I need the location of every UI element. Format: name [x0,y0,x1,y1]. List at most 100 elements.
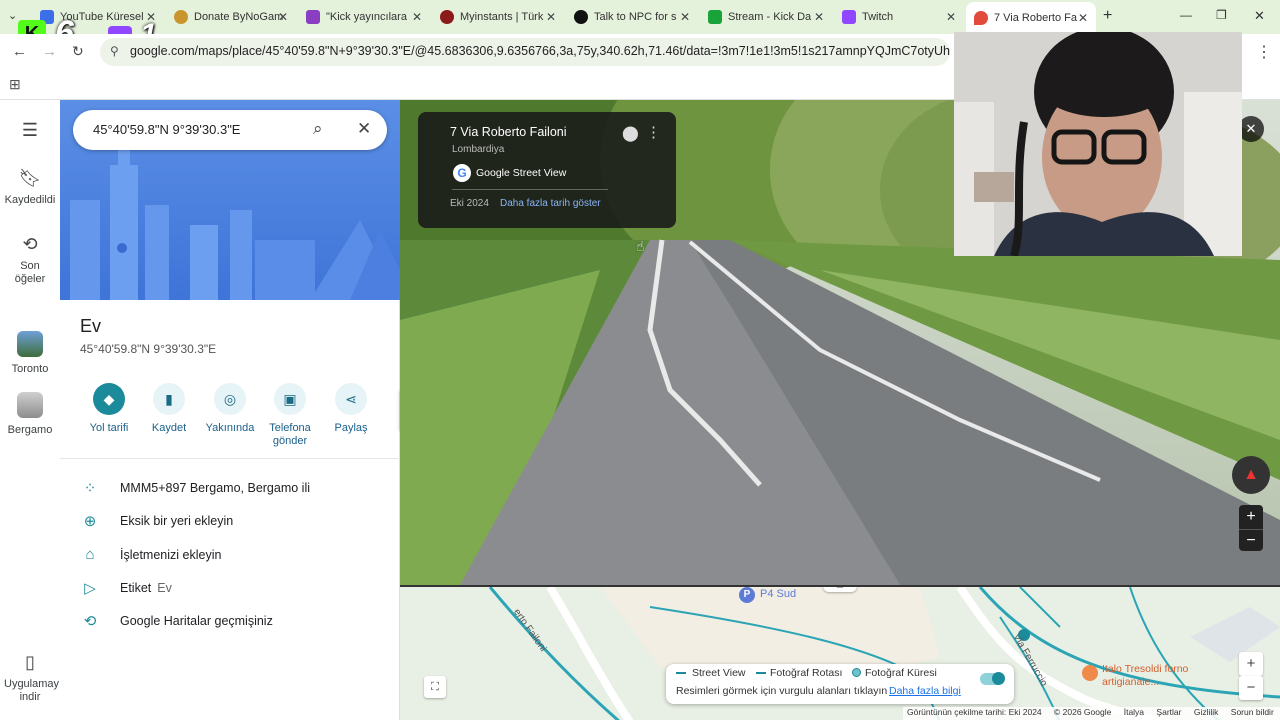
copyright: © 2026 Google [1054,707,1112,717]
search-input[interactable]: 45°40'59.8"N 9°39'30.3"E ⌕ ✕ [73,110,387,150]
tab-search-chevron-icon[interactable]: ⌄ [8,9,17,22]
nearby-button[interactable]: ◎ Yakınında [200,383,260,435]
tab-title: Talk to NPC for s [594,11,677,23]
close-tab-icon[interactable]: ✕ [278,10,288,24]
legend-photo-route: Fotoğraf Rotası [770,667,843,679]
street-view-toggle[interactable] [980,672,1005,685]
rail-item-bergamo[interactable]: Bergamo [0,392,60,437]
close-tab-icon[interactable]: ✕ [1078,11,1088,25]
action-label: Yol tarifi [89,422,129,434]
maximize-window-icon[interactable]: ❐ [1216,8,1227,22]
label-row-text: Etiket Ev [120,581,172,595]
divider [60,458,400,459]
poi-label: Italo Tresoldi forno artigianale... [1102,663,1189,688]
twitch-favicon-icon [842,10,856,24]
parking-label: P4 Sud [760,588,797,600]
rail-item-saved[interactable]: 🔖︎ Kaydedildi [0,168,60,207]
apps-grid-icon[interactable]: ⊞ [9,76,21,93]
mouse-cursor-icon: ☝︎ [636,238,645,254]
close-tab-icon[interactable]: ✕ [546,10,556,24]
browser-tab[interactable]: Talk to NPC for s ✕ [566,4,698,30]
add-business-row[interactable]: ⌂ İşletmenizi ekleyin [60,540,400,570]
tab-title: 7 Via Roberto Fa [994,12,1077,24]
rail-item-label: Uygulamayı indir [4,678,63,703]
add-business-icon: ⌂ [85,546,95,563]
browser-tab[interactable]: Donate ByNoGame ✕ [166,4,296,30]
directions-button[interactable]: ◆ Yol tarifi [79,383,139,435]
close-tab-icon[interactable]: ✕ [814,10,824,24]
close-tab-icon[interactable]: ✕ [680,10,690,24]
action-label: Kaydet [151,422,187,434]
history-icon: ⟲ [83,613,97,630]
rail-item-label: Bergamo [7,424,53,436]
maps-history-row[interactable]: ⟲ Google Haritalar geçmişiniz [60,606,400,636]
map-footer: Görüntünün çekilme tarihi: Eki 2024 © 20… [903,707,1280,720]
location-pin-icon[interactable]: ⬤ [622,124,639,142]
map-handle[interactable]: ═ [823,587,857,592]
site-info-icon[interactable]: ⚲ [110,44,119,58]
close-tab-icon[interactable]: ✕ [946,10,956,24]
close-window-icon[interactable]: ✕ [1254,8,1265,24]
clear-search-icon[interactable]: ✕ [357,119,371,139]
street-view-date: Eki 2024 [450,198,489,209]
reload-icon[interactable]: ↻ [72,43,84,60]
plus-code-text: MMM5+897 Bergamo, Bergamo ili [120,481,311,495]
save-button[interactable]: ▮ Kaydet [139,383,199,435]
phone-icon: ▯ [25,652,35,672]
new-tab-button[interactable]: + [1103,7,1112,25]
browser-tab[interactable]: Twitch ✕ [834,4,964,30]
openai-favicon-icon [574,10,588,24]
legend-photo-sphere: Fotoğraf Küresi [865,667,937,679]
minimize-window-icon[interactable]: — [1180,8,1192,22]
rail-item-get-app[interactable]: ▯ Uygulamayı indir [0,652,63,704]
compass-button[interactable]: ▲ [1232,456,1270,494]
more-dates-link[interactable]: Daha fazla tarih göster [500,198,601,209]
street-view-provider: Google Street View [476,167,567,179]
browser-menu-icon[interactable]: ⋮ [1256,42,1272,62]
close-tab-icon[interactable]: ✕ [412,10,422,24]
privacy-link[interactable]: Gizlilik [1194,707,1219,717]
share-button[interactable]: ⋖ Paylaş [321,383,381,435]
street-view-legend: Street View Fotoğraf Rotası Fotoğraf Kür… [666,664,1014,704]
action-label: Yakınında [205,422,255,434]
street-view-region: Lombardiya [452,144,505,155]
browser-tab[interactable]: Myinstants | Türk ✕ [432,4,564,30]
send-to-phone-button[interactable]: ▣ Telefona gönder [260,383,320,448]
bergamo-thumbnail [17,392,43,418]
zoom-in-button[interactable]: + [1239,505,1263,529]
tab-title: "Kick yayıncılara [326,11,407,23]
map-zoom-in-button[interactable]: + [1239,652,1263,676]
forward-icon[interactable]: → [42,43,57,60]
photo-route-line-icon [756,672,766,674]
browser-tab[interactable]: Stream - Kick Da ✕ [700,4,832,30]
label-row[interactable]: ▷ Etiket Ev [60,573,400,603]
map-zoom-out-button[interactable]: − [1239,676,1263,700]
send-to-phone-icon: ▣ [274,383,306,415]
more-options-icon[interactable]: ⋮ [646,123,661,141]
browser-tab[interactable]: "Kick yayıncılara ✕ [298,4,430,30]
zoom-out-button[interactable]: − [1239,529,1263,551]
street-view-info-card: 7 Via Roberto Failoni Lombardiya G Googl… [418,112,676,228]
divider [452,189,608,190]
country-link[interactable]: İtalya [1124,707,1144,717]
search-icon[interactable]: ⌕ [313,119,323,139]
rail-item-recent[interactable]: ⟲ Son öğeler [0,234,60,286]
place-title: Ev [80,316,102,336]
report-link[interactable]: Sorun bildir [1231,707,1274,717]
back-icon[interactable]: ← [12,43,27,60]
action-label: Telefona gönder [269,422,311,447]
capture-date: Görüntünün çekilme tarihi: Eki 2024 [907,707,1042,717]
add-missing-place-row[interactable]: ⊕ Eksik bir yeri ekleyin [60,506,400,536]
rail-item-toronto[interactable]: Toronto [0,331,60,376]
menu-button[interactable]: ☰ [0,120,60,146]
expand-map-button[interactable]: ⛶ [424,676,446,698]
tab-title: Donate ByNoGame [194,11,284,23]
url-input[interactable]: ⚲ google.com/maps/place/45°40'59.8"N+9°3… [100,38,950,66]
place-hero-illustration: 45°40'59.8"N 9°39'30.3"E ⌕ ✕ [60,100,400,300]
street-view-address: 7 Via Roberto Failoni [450,125,567,139]
browser-tab-active[interactable]: 7 Via Roberto Fa ✕ [966,2,1096,34]
terms-link[interactable]: Şartlar [1156,707,1181,717]
add-missing-place-text: Eksik bir yeri ekleyin [120,514,234,528]
plus-code-row[interactable]: ⁘ MMM5+897 Bergamo, Bergamo ili [60,473,400,503]
learn-more-link[interactable]: Daha fazla bilgi [889,685,961,697]
